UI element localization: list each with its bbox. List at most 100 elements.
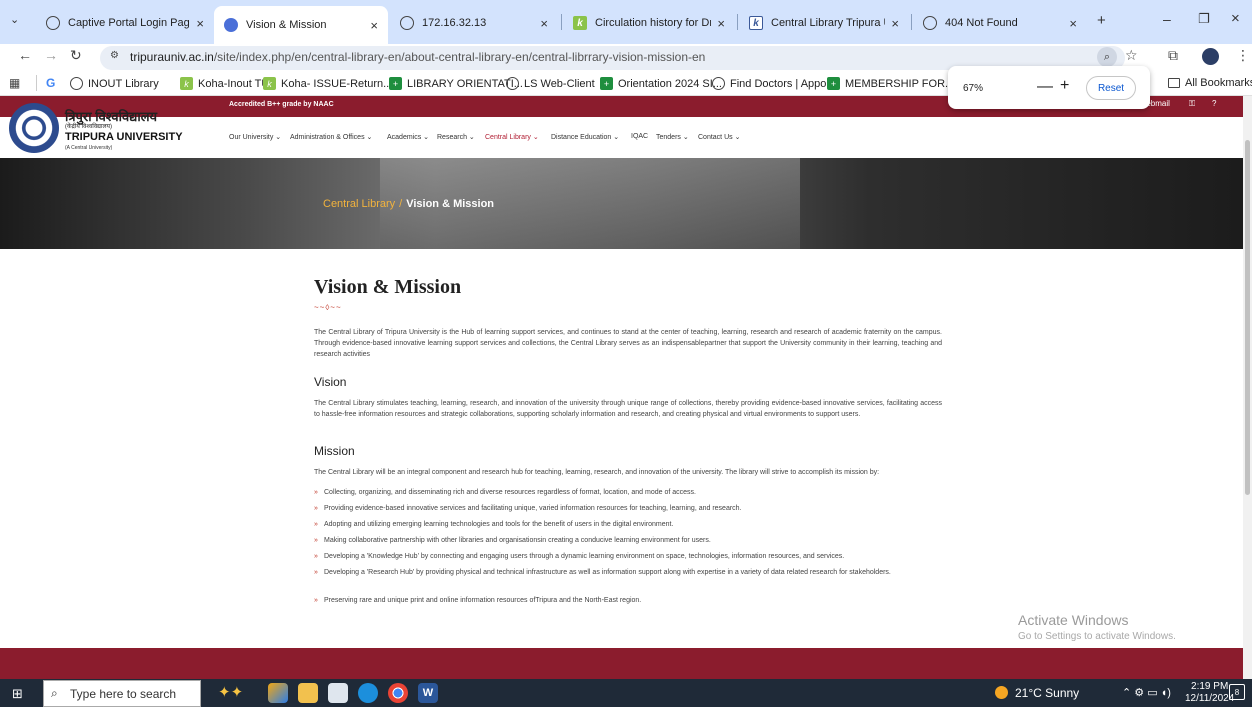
accessibility-icon[interactable]: ⚿ bbox=[1189, 99, 1195, 109]
scrollbar-thumb[interactable] bbox=[1245, 140, 1250, 495]
bookmark-find-doctors[interactable]: Find Doctors | Appo... bbox=[712, 77, 836, 90]
close-window-icon[interactable]: × bbox=[1231, 10, 1240, 27]
tab-captive-portal[interactable]: Captive Portal Login Page × bbox=[36, 8, 214, 38]
site-info-icon[interactable]: ⚙ bbox=[110, 50, 119, 61]
tab-label: Vision & Mission bbox=[246, 19, 327, 31]
university-logo[interactable] bbox=[9, 103, 59, 153]
breadcrumb-central-library[interactable]: Central Library bbox=[323, 198, 395, 210]
url-text[interactable]: tripurauniv.ac.in/site/index.php/en/cent… bbox=[130, 50, 705, 64]
tab-label: 172.16.32.13 bbox=[422, 17, 487, 29]
bookmark-koha-inout[interactable]: k Koha-Inout TU bbox=[180, 77, 269, 90]
mission-item-text: Developing a 'Knowledge Hub' by connecti… bbox=[324, 553, 845, 560]
nav-tenders[interactable]: Tenders ⌄ bbox=[656, 133, 689, 141]
store-icon[interactable] bbox=[328, 683, 348, 703]
tab-circulation-history[interactable]: k Circulation history for Dr Swa × bbox=[563, 8, 735, 38]
close-icon[interactable]: × bbox=[540, 16, 548, 31]
nav-our-university[interactable]: Our University ⌄ bbox=[229, 133, 281, 141]
close-icon[interactable]: × bbox=[1069, 16, 1077, 31]
zoom-level: 67% bbox=[963, 83, 984, 94]
bookmark-label: Koha-Inout TU bbox=[198, 77, 270, 90]
system-clock[interactable]: 2:19 PM 12/11/2024 bbox=[1185, 681, 1234, 705]
page-title: Vision & Mission bbox=[314, 276, 462, 298]
nav-academics[interactable]: Academics ⌄ bbox=[387, 133, 429, 141]
mission-intro: The Central Library will be an integral … bbox=[314, 469, 880, 476]
bookmark-koha-issue[interactable]: k Koha- ISSUE-Return... bbox=[263, 77, 392, 90]
tab-label: Captive Portal Login Page bbox=[68, 17, 191, 29]
tab-ip-address[interactable]: 172.16.32.13 × bbox=[390, 8, 558, 38]
bookmarks-divider bbox=[36, 75, 37, 91]
mission-item-text: Collecting, organizing, and disseminatin… bbox=[324, 489, 696, 496]
tab-divider bbox=[561, 14, 562, 30]
edge-icon[interactable] bbox=[358, 683, 378, 703]
bookmark-label: Orientation 2024 SI... bbox=[618, 77, 722, 90]
globe-icon bbox=[46, 16, 60, 30]
app-icon[interactable] bbox=[268, 683, 288, 703]
tab-central-library[interactable]: k Central Library Tripura Unive × bbox=[739, 8, 909, 38]
system-tray-icons[interactable]: ⌃ ⚙ ▭ ◖) bbox=[1122, 686, 1171, 699]
tab-label: Circulation history for Dr Swa bbox=[595, 17, 712, 29]
windows-start-icon[interactable]: ⊞ bbox=[12, 686, 23, 702]
koha-icon: k bbox=[573, 16, 587, 30]
bookmark-library-orientation[interactable]: + LIBRARY ORIENTATI... bbox=[389, 77, 523, 90]
weather-text[interactable]: 21°C Sunny bbox=[1015, 686, 1079, 700]
bullet-icon: » bbox=[314, 505, 318, 512]
minimize-icon[interactable]: – bbox=[1163, 11, 1171, 27]
activate-windows-title: Activate Windows bbox=[1018, 612, 1129, 628]
bookmark-ls-web-client[interactable]: LS Web-Client bbox=[506, 77, 595, 90]
menu-icon[interactable]: ⋮ bbox=[1236, 47, 1250, 64]
google-icon[interactable]: G bbox=[46, 76, 55, 90]
nav-central-library[interactable]: Central Library ⌄ bbox=[485, 133, 539, 141]
nav-distance-education[interactable]: Distance Education ⌄ bbox=[551, 133, 619, 141]
bookmark-label: Koha- ISSUE-Return... bbox=[281, 77, 393, 90]
plus-icon: + bbox=[600, 77, 613, 90]
close-icon[interactable]: × bbox=[196, 16, 204, 31]
mission-item: » Developing a 'Research Hub' by providin… bbox=[314, 568, 934, 578]
nav-research[interactable]: Research ⌄ bbox=[437, 133, 475, 141]
bullet-icon: » bbox=[314, 521, 318, 528]
chrome-icon[interactable] bbox=[388, 683, 408, 703]
tab-label: Central Library Tripura Unive bbox=[771, 17, 885, 29]
nav-administration[interactable]: Administration & Offices ⌄ bbox=[290, 133, 372, 141]
close-icon[interactable]: × bbox=[891, 16, 899, 31]
site-footer bbox=[0, 648, 1243, 679]
bookmark-orientation-2024[interactable]: + Orientation 2024 SI... bbox=[600, 77, 722, 90]
breadcrumb: Central Library / Vision & Mission bbox=[323, 198, 494, 210]
forward-icon[interactable]: → bbox=[44, 47, 58, 63]
star-icon[interactable]: ☆ bbox=[1125, 47, 1138, 64]
bookmark-inout-library[interactable]: INOUT Library bbox=[70, 77, 159, 90]
close-icon[interactable]: × bbox=[370, 18, 378, 33]
mission-item: » Collecting, organizing, and disseminati… bbox=[314, 488, 934, 498]
tab-vision-mission[interactable]: Vision & Mission × bbox=[214, 6, 388, 44]
help-icon[interactable]: ? bbox=[1212, 99, 1216, 108]
all-bookmarks[interactable]: All Bookmarks bbox=[1168, 77, 1252, 89]
zoom-in-button[interactable]: + bbox=[1060, 77, 1069, 95]
apps-grid-icon[interactable]: ▦ bbox=[9, 76, 20, 90]
zoom-icon[interactable]: ⌕ bbox=[1097, 47, 1117, 67]
site-icon bbox=[224, 18, 238, 32]
profile-avatar[interactable] bbox=[1202, 48, 1219, 65]
zoom-reset-button[interactable]: Reset bbox=[1086, 76, 1136, 100]
close-icon[interactable]: × bbox=[717, 16, 725, 31]
sparkle-icon[interactable]: ✦✦ bbox=[218, 683, 243, 701]
bookmark-label: LS Web-Client bbox=[524, 77, 595, 90]
extensions-icon[interactable]: ⧉ bbox=[1168, 47, 1178, 64]
notifications-icon[interactable]: 8 bbox=[1229, 684, 1245, 700]
tab-divider bbox=[911, 14, 912, 30]
weather-icon[interactable] bbox=[995, 686, 1008, 699]
tab-search-icon[interactable]: ⌄ bbox=[10, 13, 19, 26]
word-icon[interactable]: W bbox=[418, 683, 438, 703]
back-icon[interactable]: ← bbox=[18, 47, 32, 63]
zoom-out-button[interactable]: — bbox=[1037, 78, 1053, 96]
new-tab-button[interactable]: + bbox=[1097, 12, 1106, 29]
nav-contact-us[interactable]: Contact Us ⌄ bbox=[698, 133, 740, 141]
bullet-icon: » bbox=[314, 489, 318, 496]
koha-icon: k bbox=[263, 77, 276, 90]
restore-icon[interactable]: ❐ bbox=[1198, 11, 1210, 27]
nav-iqac[interactable]: IQAC bbox=[631, 133, 648, 140]
file-explorer-icon[interactable] bbox=[298, 683, 318, 703]
bookmark-membership[interactable]: + MEMBERSHIP FOR... bbox=[827, 77, 954, 90]
reload-icon[interactable]: ↻ bbox=[70, 47, 82, 64]
taskbar-search-placeholder: Type here to search bbox=[70, 687, 177, 701]
bookmark-label: All Bookmarks bbox=[1185, 77, 1252, 89]
tab-404[interactable]: 404 Not Found × bbox=[913, 8, 1087, 38]
